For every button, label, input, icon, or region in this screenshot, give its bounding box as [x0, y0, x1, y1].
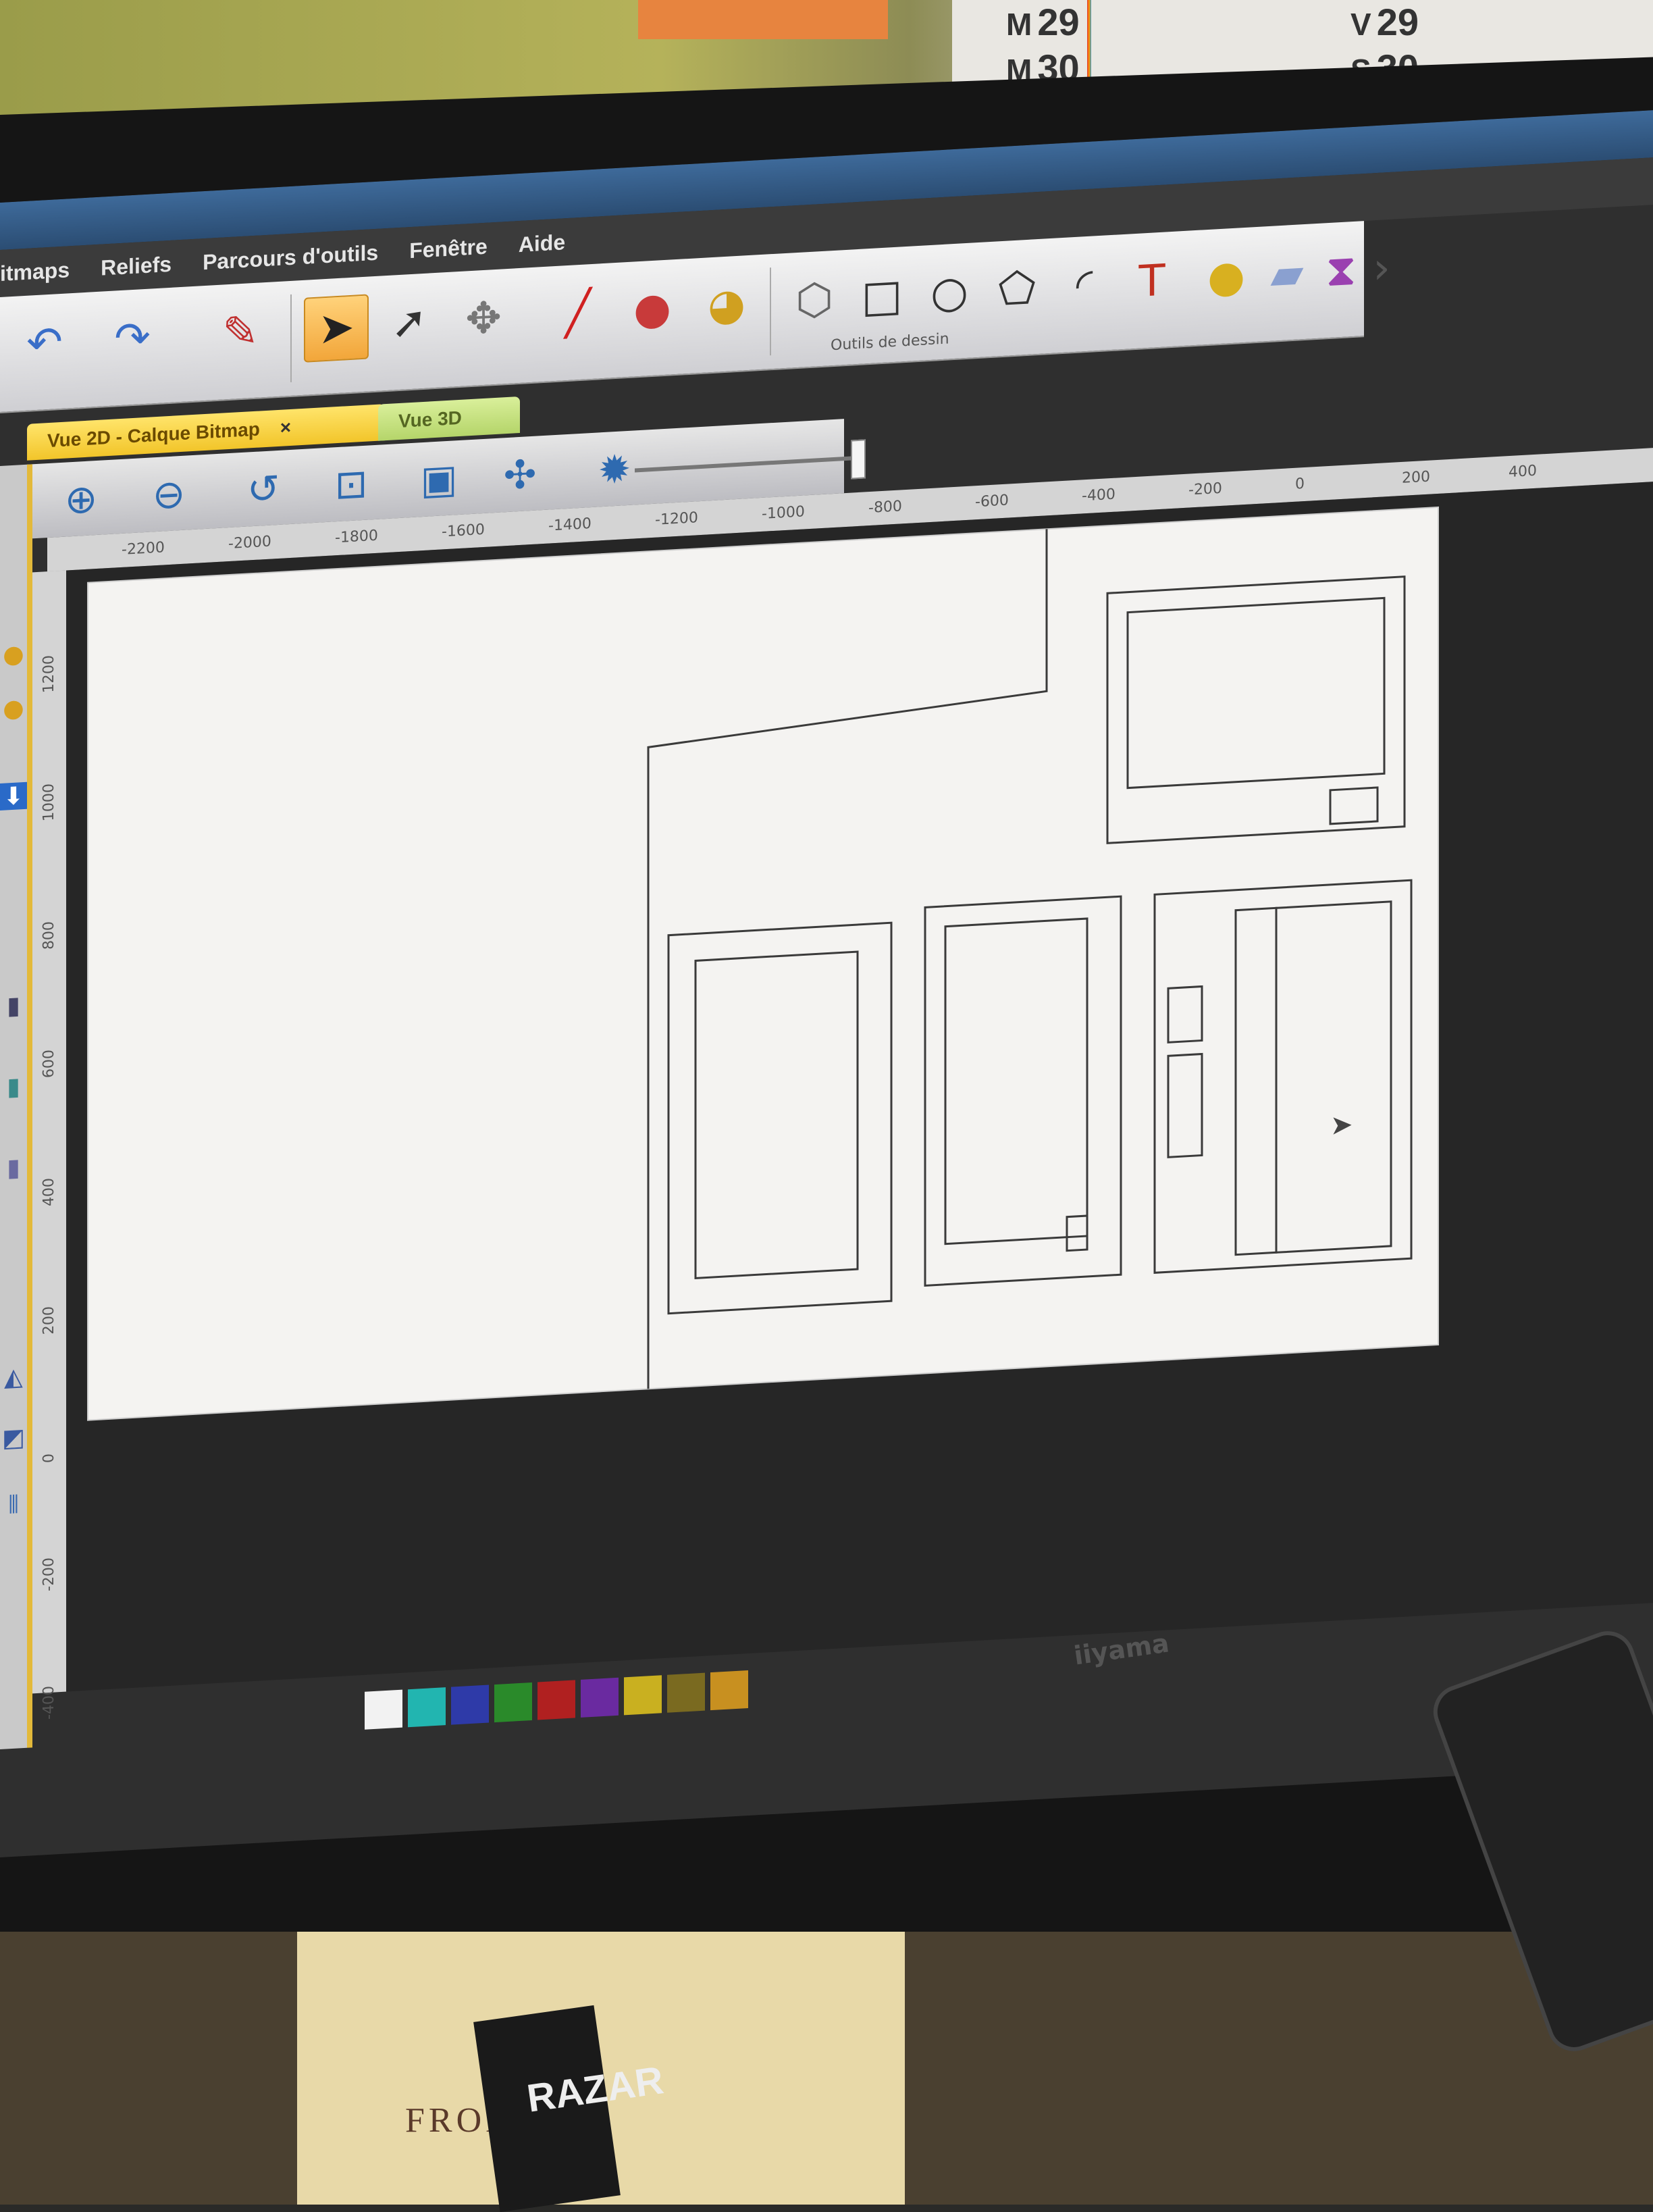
node-edit-icon[interactable]: ➚ [378, 290, 440, 356]
zoom-window-icon[interactable]: ▣ [412, 451, 466, 507]
select-arrow-icon[interactable]: ➤ [304, 294, 369, 363]
ribbon-group-caption: Outils de dessin [831, 330, 949, 355]
ruler-tick-label: -400 [41, 1685, 57, 1720]
color-swatch[interactable] [408, 1687, 446, 1728]
vector-shape-icon[interactable]: ⬡ [783, 267, 845, 333]
menu-bitmaps[interactable]: itmaps [0, 257, 70, 286]
ruler-tick-label: -200 [1188, 480, 1222, 499]
ruler-tick-label: 600 [41, 1049, 57, 1079]
color-swatch[interactable] [624, 1675, 662, 1716]
transform-icon[interactable]: ✥ [452, 286, 515, 351]
menu-reliefs[interactable]: Reliefs [101, 251, 172, 280]
render-icon[interactable]: ✹ [587, 441, 641, 498]
ruler-tick-label: 800 [41, 921, 57, 950]
ruler-tick-label: 1000 [41, 783, 57, 822]
calendar-row: V 29 [1350, 1, 1419, 43]
ruler-tick-label: -600 [975, 492, 1009, 511]
sticky-note [638, 0, 888, 39]
edit-icon[interactable]: ✎ [209, 300, 271, 365]
ruler-tick-label: -1200 [655, 509, 698, 529]
vector-drawing[interactable]: ➤ [68, 499, 1459, 1441]
tab-3d-view[interactable]: Vue 3D [378, 396, 520, 441]
undo-icon[interactable]: ↶ [14, 311, 76, 376]
tool-icon[interactable]: ▮ [0, 1073, 27, 1101]
ribbon-separator [770, 267, 771, 356]
zoom-fit-icon[interactable]: ⊡ [324, 456, 378, 513]
rectangle-icon[interactable]: □ [851, 263, 913, 329]
ruler-tick-label: -1800 [335, 527, 378, 547]
tab-2d-label: Vue 2D - Calque Bitmap [47, 418, 260, 452]
zoom-out-icon[interactable]: ⊖ [142, 466, 196, 523]
machine-icon[interactable]: ◭ [0, 1363, 27, 1392]
drop-icon[interactable]: ● [1195, 245, 1257, 310]
paint-icon[interactable]: ● [621, 276, 683, 342]
more-icon[interactable]: › [1350, 236, 1413, 301]
ruler-tick-label: -1000 [762, 503, 805, 523]
redo-icon[interactable]: ↷ [101, 305, 163, 371]
ruler-tick-label: 0 [41, 1453, 57, 1464]
panel-border [27, 464, 32, 1748]
tool-icon[interactable]: ▮ [0, 992, 27, 1020]
ruler-tick-label: -1400 [548, 515, 592, 535]
ruler-tick-label: -2000 [228, 533, 271, 553]
menu-help[interactable]: Aide [519, 230, 565, 257]
monitor-screen: itmaps Reliefs Parcours d'outils Fenêtre… [0, 110, 1653, 1858]
ruler-tick-label: 0 [1295, 475, 1305, 493]
pencil-icon[interactable]: ╱ [547, 281, 609, 346]
calendar-row: M 29 [1006, 1, 1080, 43]
left-tool-panel: ● ● ⬇ ▮ ▮ ▮ ◭ ◩ ⫴ [0, 464, 27, 1749]
ruler-tick-label: -1600 [442, 521, 485, 541]
ruler-tick-label: 200 [41, 1306, 57, 1335]
arrow-down-icon[interactable]: ⬇ [0, 782, 27, 811]
circle-icon[interactable]: ○ [918, 260, 980, 326]
menu-window[interactable]: Fenêtre [409, 234, 488, 263]
ruler-tick-label: 1200 [41, 654, 57, 694]
zoom-slider-track[interactable] [635, 455, 858, 473]
mouse-cursor-icon: ➤ [1330, 1109, 1353, 1141]
fill-icon[interactable]: ◕ [696, 272, 758, 338]
color-palette [365, 1670, 748, 1730]
tab-3d-label: Vue 3D [398, 407, 462, 432]
zoom-in-icon[interactable]: ⊕ [54, 471, 108, 528]
color-swatch[interactable] [667, 1672, 705, 1713]
polygon-icon[interactable]: ⬠ [986, 256, 1048, 321]
bulb-icon[interactable]: ● [0, 640, 27, 669]
ruler-tick-label: -2200 [122, 539, 165, 559]
layer-icon[interactable]: ◩ [0, 1423, 27, 1452]
ribbon-separator [290, 294, 292, 382]
ruler-tick-label: 200 [1402, 468, 1430, 487]
color-swatch[interactable] [581, 1677, 619, 1718]
menu-toolpaths[interactable]: Parcours d'outils [203, 240, 378, 275]
color-swatch[interactable] [494, 1682, 532, 1723]
zoom-previous-icon[interactable]: ↺ [236, 461, 290, 517]
vertical-ruler: 1200 1000 800 600 400 200 0 -200 -400 [32, 570, 67, 1720]
tool-icon[interactable]: ▮ [0, 1154, 27, 1182]
color-swatch[interactable] [451, 1684, 489, 1725]
zoom-slider-handle[interactable] [851, 439, 866, 480]
color-swatch[interactable] [537, 1680, 575, 1720]
ruler-tick-label: -800 [868, 498, 902, 517]
bulb-icon[interactable]: ● [0, 694, 27, 723]
pan-icon[interactable]: ✣ [493, 446, 547, 503]
text-icon[interactable]: T [1121, 249, 1183, 314]
ruler-tick-label: 400 [41, 1177, 57, 1207]
color-swatch[interactable] [710, 1670, 748, 1711]
close-icon[interactable]: × [280, 417, 291, 439]
ruler-tick-label: -200 [41, 1557, 57, 1592]
ruler-tick-label: 400 [1508, 462, 1537, 482]
color-swatch[interactable] [365, 1689, 402, 1730]
eraser-icon[interactable]: ▰ [1256, 241, 1318, 307]
toolpath-icon[interactable]: ⫴ [0, 1491, 27, 1520]
arc-icon[interactable]: ◜ [1053, 253, 1116, 318]
ruler-tick-label: -400 [1082, 486, 1116, 505]
